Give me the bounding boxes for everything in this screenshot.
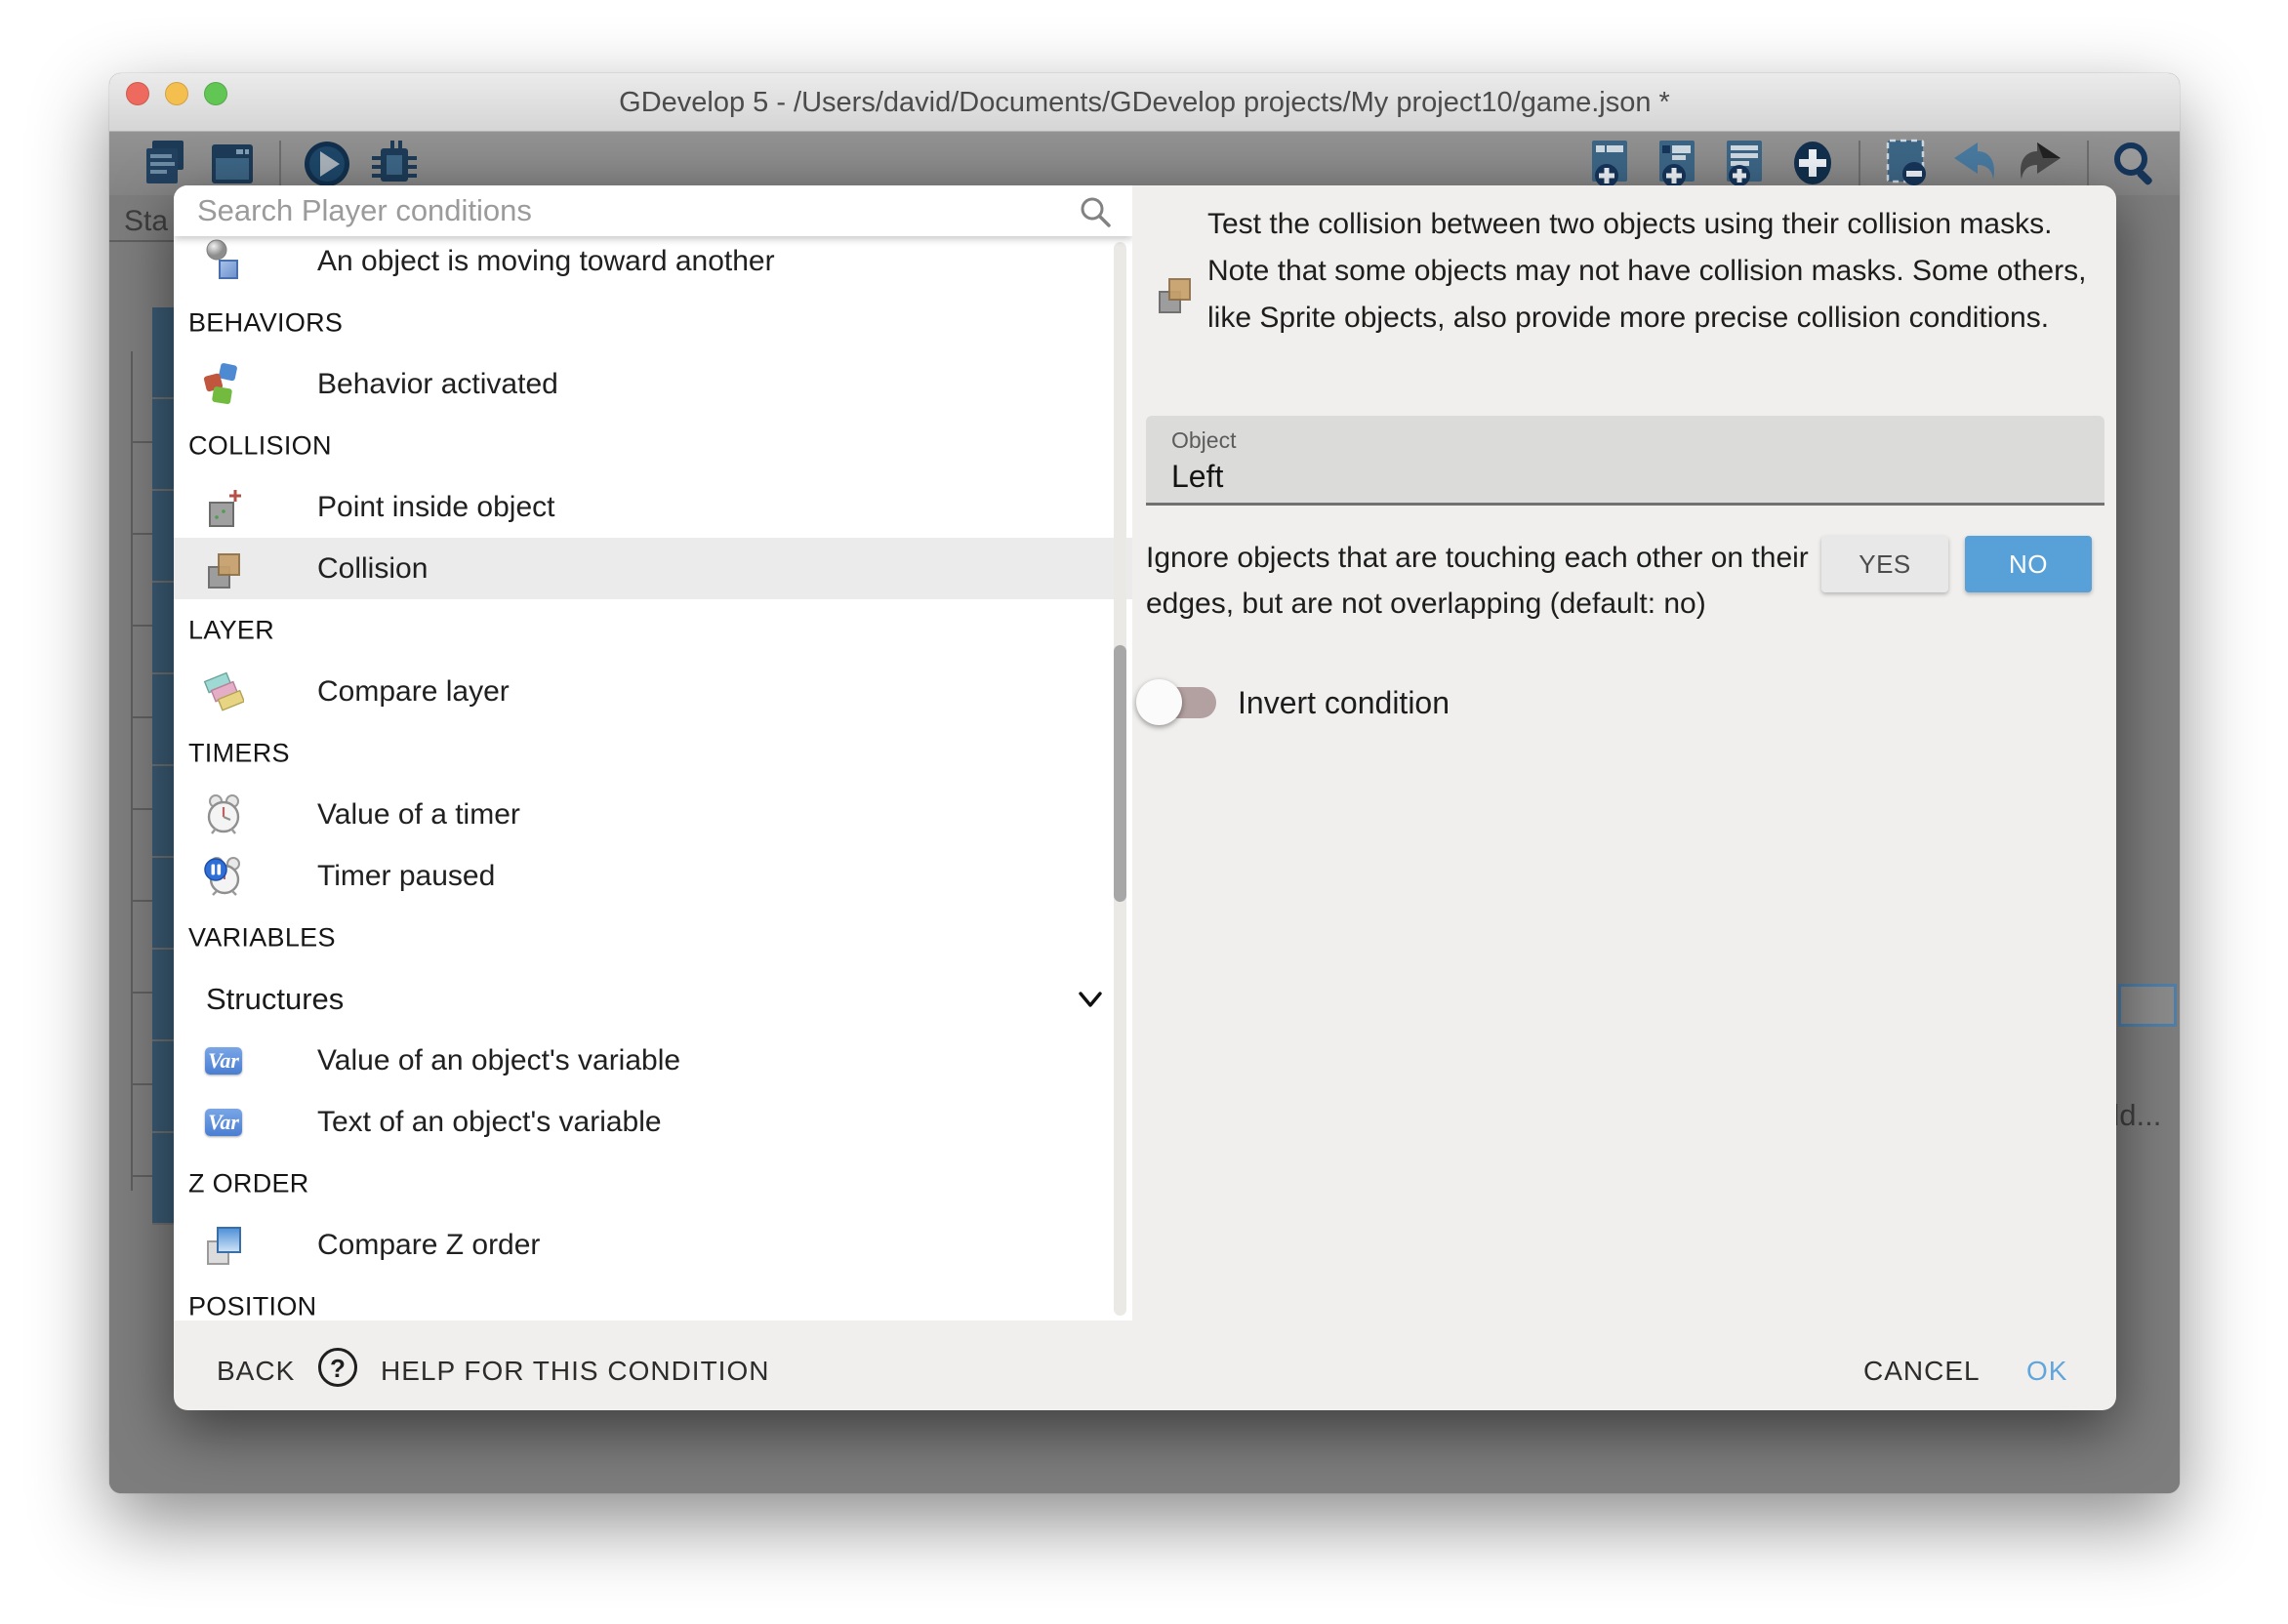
object-field[interactable]: Object Left xyxy=(1146,416,2104,506)
titlebar: GDevelop 5 - /Users/david/Documents/GDev… xyxy=(109,73,2180,132)
condition-item[interactable]: Behavior activated xyxy=(174,353,1132,415)
window-title: GDevelop 5 - /Users/david/Documents/GDev… xyxy=(109,87,2180,119)
category-header-label: VARIABLES xyxy=(188,922,336,953)
moving-toward-icon xyxy=(203,239,244,284)
category-header-label: COLLISION xyxy=(188,430,332,461)
category-header-label: POSITION xyxy=(188,1291,316,1320)
toolbar-divider xyxy=(1859,141,1860,187)
behavior-icon xyxy=(203,362,244,407)
timer-paused-icon xyxy=(203,854,244,899)
condition-item-label: Point inside object xyxy=(317,491,555,524)
collision-icon xyxy=(203,547,244,591)
category-header: POSITION xyxy=(174,1276,1132,1320)
condition-item[interactable]: Compare Z order xyxy=(174,1214,1132,1276)
condition-item-label: Value of an object's variable xyxy=(317,1044,680,1077)
category-header: BEHAVIORS xyxy=(174,292,1132,353)
category-header-label: TIMERS xyxy=(188,738,290,768)
z-order-icon xyxy=(203,1223,244,1268)
redo-icon[interactable] xyxy=(2014,137,2068,191)
collision-icon xyxy=(1154,271,1195,316)
back-button[interactable]: BACK xyxy=(217,1356,295,1387)
condition-item[interactable]: Value of a timer xyxy=(174,784,1132,845)
condition-item-label: Timer paused xyxy=(317,860,495,893)
layer-icon xyxy=(203,670,244,714)
app-window: GDevelop 5 - /Users/david/Documents/GDev… xyxy=(109,73,2180,1493)
subsection-label: Structures xyxy=(206,982,344,1017)
invert-toggle-knob[interactable] xyxy=(1136,679,1182,725)
category-header: LAYER xyxy=(174,599,1132,661)
toolbar-divider xyxy=(279,141,281,187)
category-header-label: BEHAVIORS xyxy=(188,307,343,338)
condition-description: Test the collision between two objects u… xyxy=(1207,201,2105,342)
play-icon[interactable] xyxy=(300,137,354,191)
debug-icon[interactable] xyxy=(367,137,422,191)
tab-underline xyxy=(109,240,178,242)
search-events-icon[interactable] xyxy=(2107,137,2162,191)
undo-icon[interactable] xyxy=(1946,137,2001,191)
condition-item[interactable]: Var Text of an object's variable xyxy=(174,1091,1132,1153)
help-icon[interactable]: ? xyxy=(318,1348,357,1387)
condition-item[interactable]: Compare layer xyxy=(174,661,1132,722)
condition-item[interactable]: Var Value of an object's variable xyxy=(174,1030,1132,1091)
condition-item-label: An object is moving toward another xyxy=(317,245,775,278)
condition-item-label: Value of a timer xyxy=(317,798,520,832)
condition-item-label: Behavior activated xyxy=(317,368,558,401)
variable-icon: Var xyxy=(203,1038,244,1083)
chevron-down-icon[interactable] xyxy=(1076,985,1105,1014)
conditions-list: An object is moving toward another BEHAVI… xyxy=(174,230,1132,1320)
yes-button[interactable]: YES xyxy=(1821,536,1948,592)
delete-event-icon[interactable] xyxy=(1879,137,1934,191)
condition-item-label: Text of an object's variable xyxy=(317,1106,662,1139)
timer-icon xyxy=(203,792,244,837)
condition-item-label: Compare layer xyxy=(317,675,510,709)
help-button[interactable]: HELP FOR THIS CONDITION xyxy=(381,1356,769,1387)
condition-item[interactable]: Point inside object xyxy=(174,476,1132,538)
search-bar xyxy=(174,185,1132,236)
object-field-value: Left xyxy=(1171,459,1223,495)
add-event-icon[interactable] xyxy=(1583,137,1638,191)
add-subevent-icon[interactable] xyxy=(1651,137,1705,191)
category-header: VARIABLES xyxy=(174,907,1132,968)
scene-tab-label: Sta xyxy=(124,205,168,238)
object-field-label: Object xyxy=(1171,427,1236,454)
search-input[interactable] xyxy=(197,185,1066,236)
ignore-edges-label: Ignore objects that are touching each ot… xyxy=(1146,535,1810,627)
invert-condition-label: Invert condition xyxy=(1238,685,1450,721)
project-manager-icon[interactable] xyxy=(139,137,193,191)
category-header: Z ORDER xyxy=(174,1153,1132,1214)
point-inside-icon xyxy=(203,485,244,530)
category-header-label: Z ORDER xyxy=(188,1168,309,1198)
condition-item-label: Compare Z order xyxy=(317,1229,540,1262)
condition-editor-dialog: An object is moving toward another BEHAVI… xyxy=(174,185,2116,1410)
category-header-label: LAYER xyxy=(188,615,274,645)
no-button[interactable]: NO xyxy=(1965,536,2092,592)
ok-button[interactable]: OK xyxy=(2026,1356,2067,1387)
event-row-outlines xyxy=(131,351,152,1191)
category-header: TIMERS xyxy=(174,722,1132,784)
list-scrollbar-thumb[interactable] xyxy=(1114,645,1126,902)
event-condition-column xyxy=(152,307,174,1225)
variable-icon: Var xyxy=(203,1100,244,1145)
category-header: COLLISION xyxy=(174,415,1132,476)
subsection-structures[interactable]: Structures xyxy=(174,968,1132,1030)
selected-event-row xyxy=(2118,984,2177,1027)
search-icon xyxy=(1078,194,1113,229)
toolbar-left-group xyxy=(139,135,422,193)
cancel-button[interactable]: CANCEL xyxy=(1863,1356,1981,1387)
condition-item[interactable]: An object is moving toward another xyxy=(174,230,1132,292)
conditions-panel: An object is moving toward another BEHAVI… xyxy=(174,185,1132,1320)
condition-item[interactable]: Collision xyxy=(174,538,1132,599)
add-comment-icon[interactable] xyxy=(1718,137,1773,191)
condition-item[interactable]: Timer paused xyxy=(174,845,1132,907)
toolbar-right-group xyxy=(1583,135,2162,193)
scene-editor-icon[interactable] xyxy=(206,137,261,191)
condition-item-label: Collision xyxy=(317,552,428,586)
add-circle-icon[interactable] xyxy=(1785,137,1840,191)
toolbar-divider xyxy=(2087,141,2089,187)
